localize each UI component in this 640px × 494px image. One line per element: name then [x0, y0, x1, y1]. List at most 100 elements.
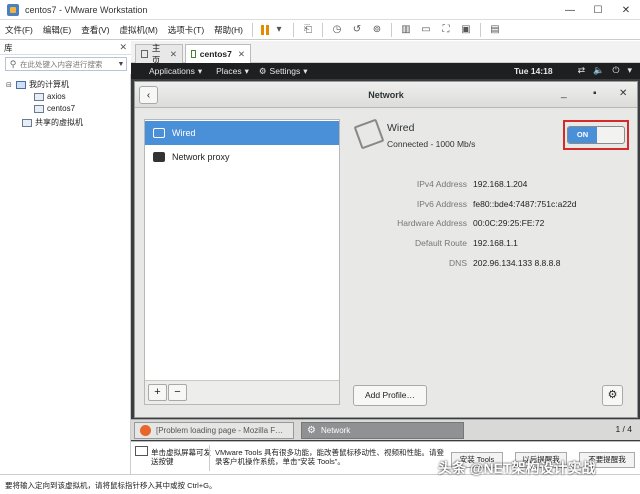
- tree-item-centos7[interactable]: centos7: [34, 104, 75, 113]
- gear-icon[interactable]: ⚙: [602, 385, 623, 406]
- close-button[interactable]: ✕: [612, 0, 640, 20]
- window-title: centos7 - VMware Workstation: [25, 4, 148, 15]
- detail-value: 00:0C:29:25:FE:72: [473, 218, 545, 228]
- watermark: 头条 @NET架构设计实战: [438, 460, 596, 476]
- vmware-tools-message: VMware Tools 具有很多功能，能改善鼠标移动性、视频和性能。请登录客户…: [215, 448, 445, 466]
- volume-icon: 🔈: [593, 65, 605, 75]
- detail-label: DNS: [449, 258, 467, 268]
- chevron-down-icon[interactable]: ▾: [271, 22, 287, 38]
- chevron-down-icon[interactable]: ▼: [116, 61, 126, 68]
- menu-view[interactable]: 查看(V): [76, 24, 114, 36]
- network-icon: ⇄: [577, 65, 586, 75]
- tree-label: centos7: [47, 104, 76, 113]
- tree-item-shared-vms[interactable]: 共享的虚拟机: [22, 117, 83, 128]
- list-toolbar: + −: [145, 380, 339, 404]
- detail-label: Default Route: [415, 238, 467, 248]
- add-profile-button[interactable]: Add Profile…: [353, 385, 427, 406]
- detail-value: 202.96.134.133 8.8.8.8: [473, 258, 561, 268]
- library-view-icon[interactable]: ▥: [398, 22, 414, 38]
- home-icon: [141, 50, 148, 58]
- menu-vm[interactable]: 虚拟机(M): [115, 24, 163, 36]
- connection-toggle[interactable]: ON: [567, 126, 625, 144]
- tree-label: 共享的虚拟机: [35, 118, 83, 127]
- collapse-icon[interactable]: ⊟: [6, 81, 14, 89]
- search-placeholder: 在此处键入内容进行搜索: [20, 59, 103, 69]
- detail-label: IPv6 Address: [416, 199, 467, 209]
- places-menu[interactable]: Places: [216, 66, 242, 76]
- network-settings-window: Network ‹ _ ▪ ✕ Wired Network proxy + − …: [134, 81, 638, 418]
- tree-label: 我的计算机: [29, 80, 69, 89]
- task-network[interactable]: ⚙ Network: [301, 422, 464, 439]
- screen-icon: [135, 446, 148, 456]
- menu-edit[interactable]: 编辑(E): [38, 24, 76, 36]
- send-keys-icon[interactable]: ⎗: [300, 22, 316, 38]
- pause-icon[interactable]: [260, 24, 269, 35]
- tree-item-axios[interactable]: axios: [34, 92, 66, 101]
- library-title: 库: [4, 42, 13, 53]
- tab-label: centos7: [199, 49, 232, 59]
- connection-status: Connected - 1000 Mb/s: [387, 139, 476, 149]
- thumbnail-view-icon[interactable]: ▭: [418, 22, 434, 38]
- maximize-button[interactable]: ▪: [593, 88, 597, 99]
- menu-bar: 文件(F) 编辑(E) 查看(V) 虚拟机(M) 选项卡(T) 帮助(H) ▾ …: [0, 20, 640, 40]
- tab-centos7[interactable]: centos7 ✕: [185, 44, 251, 63]
- status-text: 要将输入定向到该虚拟机，请将鼠标指针移入其中或按 Ctrl+G。: [5, 481, 217, 490]
- remove-connection-button[interactable]: −: [168, 384, 187, 401]
- close-icon[interactable]: ✕: [238, 49, 245, 60]
- task-label: Network: [320, 426, 351, 435]
- close-icon[interactable]: ✕: [119, 42, 127, 53]
- workspace-pager[interactable]: 1 / 4: [615, 424, 632, 434]
- tab-bar: 主页 ✕ centos7 ✕: [131, 41, 640, 65]
- list-item-wired[interactable]: Wired: [145, 121, 339, 145]
- toolbar-divider: [321, 22, 323, 37]
- system-tray[interactable]: ⇄ 🔈 ⏻ ▾: [578, 65, 632, 76]
- applications-menu[interactable]: Applications: [149, 66, 195, 76]
- tree-item-my-computer[interactable]: ⊟ 我的计算机: [6, 79, 69, 90]
- proxy-icon: [153, 152, 165, 162]
- header-bar: Network ‹ _ ▪ ✕: [135, 82, 637, 108]
- toolbar-divider: [251, 22, 253, 37]
- chevron-down-icon: ▾: [627, 65, 632, 75]
- menu-file[interactable]: 文件(F): [0, 24, 38, 36]
- shared-vm-icon: [22, 118, 32, 127]
- computer-icon: [16, 80, 26, 89]
- vmware-logo-icon: [7, 3, 19, 16]
- toolbar-divider: [479, 22, 481, 37]
- library-header: 库 ✕: [0, 41, 131, 55]
- ethernet-icon: [153, 128, 165, 138]
- library-search-input[interactable]: ⚲ 在此处键入内容进行搜索 ▼: [5, 57, 127, 71]
- close-button[interactable]: ✕: [619, 88, 627, 99]
- snapshot-manager-icon[interactable]: ⊚: [369, 22, 385, 38]
- add-connection-button[interactable]: +: [148, 384, 167, 401]
- minimize-button[interactable]: —: [556, 0, 584, 20]
- snapshot-icon[interactable]: ◷: [329, 22, 345, 38]
- fullscreen-icon[interactable]: ⛶: [438, 22, 454, 38]
- vm-icon: [34, 104, 44, 113]
- list-item-network-proxy[interactable]: Network proxy: [145, 145, 339, 169]
- toggle-state: ON: [568, 127, 597, 143]
- menu-tabs[interactable]: 选项卡(T): [163, 24, 209, 36]
- minimize-button[interactable]: _: [561, 88, 567, 99]
- list-item-label: Wired: [172, 128, 196, 138]
- maximize-button[interactable]: ☐: [584, 0, 612, 20]
- tab-home[interactable]: 主页 ✕: [135, 43, 183, 65]
- back-button[interactable]: ‹: [139, 86, 158, 104]
- toolbar-divider: [292, 22, 294, 37]
- guest-display[interactable]: Applications ▾ Places ▾ ⚙ Settings ▾ Tue…: [131, 63, 640, 474]
- gnome-top-bar: Applications ▾ Places ▾ ⚙ Settings ▾ Tue…: [131, 63, 640, 79]
- close-icon[interactable]: ✕: [170, 49, 177, 60]
- menu-help[interactable]: 帮助(H): [209, 24, 248, 36]
- vm-icon: [191, 50, 196, 58]
- unity-icon[interactable]: ▣: [458, 22, 474, 38]
- task-firefox[interactable]: [Problem loading page - Mozilla F…: [134, 422, 294, 439]
- chevron-down-icon: ▾: [303, 65, 308, 76]
- detail-label: IPv4 Address: [416, 179, 467, 189]
- library-tree: ⊟ 我的计算机 axios centos7 共享的虚拟机: [0, 74, 131, 474]
- connection-list: Wired Network proxy + −: [144, 119, 340, 405]
- vm-icon: [34, 92, 44, 101]
- settings-menu[interactable]: Settings: [270, 66, 301, 76]
- clock[interactable]: Tue 14:18: [514, 66, 553, 76]
- console-view-icon[interactable]: ▤: [487, 22, 503, 38]
- revert-snapshot-icon[interactable]: ↺: [349, 22, 365, 38]
- chevron-down-icon: ▾: [197, 65, 203, 76]
